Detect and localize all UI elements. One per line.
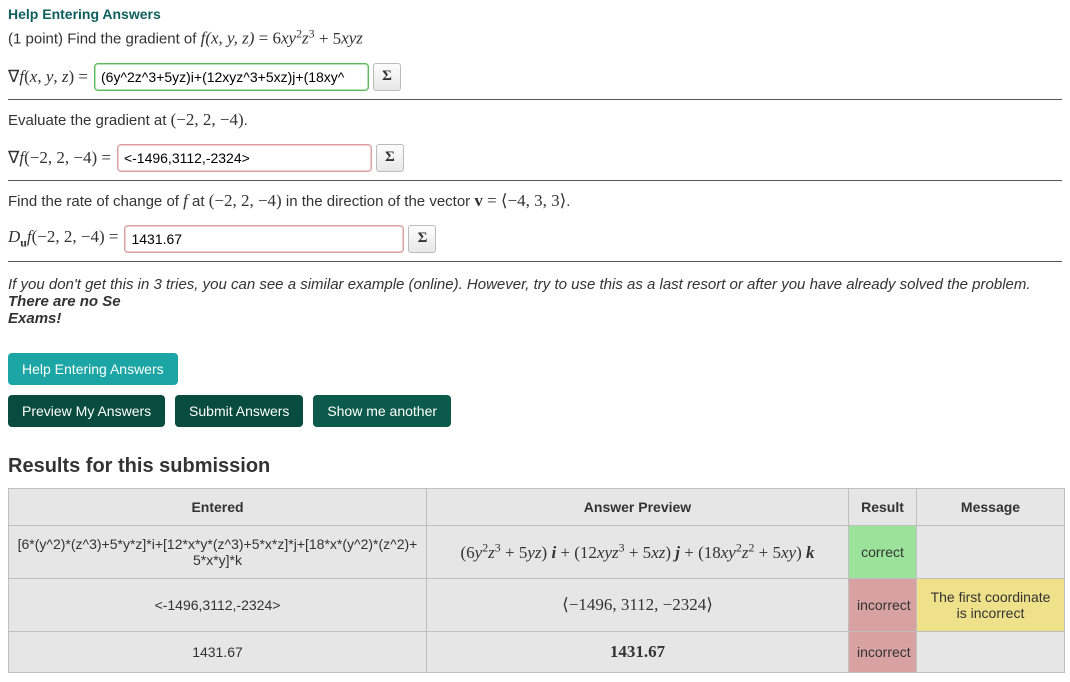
result-cell: incorrect (849, 578, 917, 631)
message-cell (917, 631, 1065, 672)
result-cell: incorrect (849, 631, 917, 672)
result-cell: correct (849, 525, 917, 578)
table-row: 1431.67 1431.67 incorrect (9, 631, 1065, 672)
q2-sigma-button[interactable]: Σ (376, 144, 404, 172)
question-1-row: ∇f(x, y, z) = Σ (8, 57, 1062, 100)
col-preview: Answer Preview (427, 488, 849, 525)
q1-input[interactable] (94, 63, 369, 91)
q2-label: ∇f(−2, 2, −4) = (8, 148, 111, 168)
preview-cell: 1431.67 (427, 631, 849, 672)
question-2-row: ∇f(−2, 2, −4) = Σ (8, 138, 1062, 181)
col-message: Message (917, 488, 1065, 525)
results-table: Entered Answer Preview Result Message [6… (8, 488, 1065, 673)
fn-lhs: f(x, y, z) (201, 29, 255, 48)
preview-answers-button[interactable]: Preview My Answers (8, 395, 165, 427)
points-prefix: (1 point) Find the gradient of (8, 31, 201, 48)
hint-note: If you don't get this in 3 tries, you ca… (8, 276, 1062, 327)
results-heading: Results for this submission (8, 455, 1062, 478)
message-cell: The first coordinate is incorrect (917, 578, 1065, 631)
results-header-row: Entered Answer Preview Result Message (9, 488, 1065, 525)
show-me-another-button[interactable]: Show me another (313, 395, 451, 427)
intertext-2: Find the rate of change of f at (−2, 2, … (8, 191, 1062, 211)
q2-input[interactable] (117, 144, 372, 172)
entered-cell: 1431.67 (9, 631, 427, 672)
help-entering-answers-link[interactable]: Help Entering Answers (8, 6, 1062, 22)
col-result: Result (849, 488, 917, 525)
help-entering-answers-button[interactable]: Help Entering Answers (8, 353, 178, 385)
button-row-2: Preview My Answers Submit Answers Show m… (8, 395, 1062, 427)
q3-label: Duf(−2, 2, −4) = (8, 227, 118, 250)
q3-input[interactable] (124, 225, 404, 253)
col-entered: Entered (9, 488, 427, 525)
table-row: <-1496,3112,-2324> ⟨−1496, 3112, −2324⟩ … (9, 578, 1065, 631)
button-row-1: Help Entering Answers (8, 353, 1062, 385)
preview-cell: ⟨−1496, 3112, −2324⟩ (427, 578, 849, 631)
entered-cell: [6*(y^2)*(z^3)+5*y*z]*i+[12*x*y*(z^3)+5*… (9, 525, 427, 578)
preview-cell: (6y2z3 + 5yz) i + (12xyz3 + 5xz) j + (18… (427, 525, 849, 578)
q3-sigma-button[interactable]: Σ (408, 225, 436, 253)
submit-answers-button[interactable]: Submit Answers (175, 395, 303, 427)
intertext-1: Evaluate the gradient at (−2, 2, −4). (8, 110, 1062, 130)
eq-sign: = 6 (259, 29, 281, 48)
q1-label: ∇f(x, y, z) = (8, 67, 88, 87)
q1-sigma-button[interactable]: Σ (373, 63, 401, 91)
problem-statement: (1 point) Find the gradient of f(x, y, z… (8, 26, 1062, 49)
entered-cell: <-1496,3112,-2324> (9, 578, 427, 631)
question-3-row: Duf(−2, 2, −4) = Σ (8, 219, 1062, 262)
message-cell (917, 525, 1065, 578)
table-row: [6*(y^2)*(z^3)+5*y*z]*i+[12*x*y*(z^3)+5*… (9, 525, 1065, 578)
